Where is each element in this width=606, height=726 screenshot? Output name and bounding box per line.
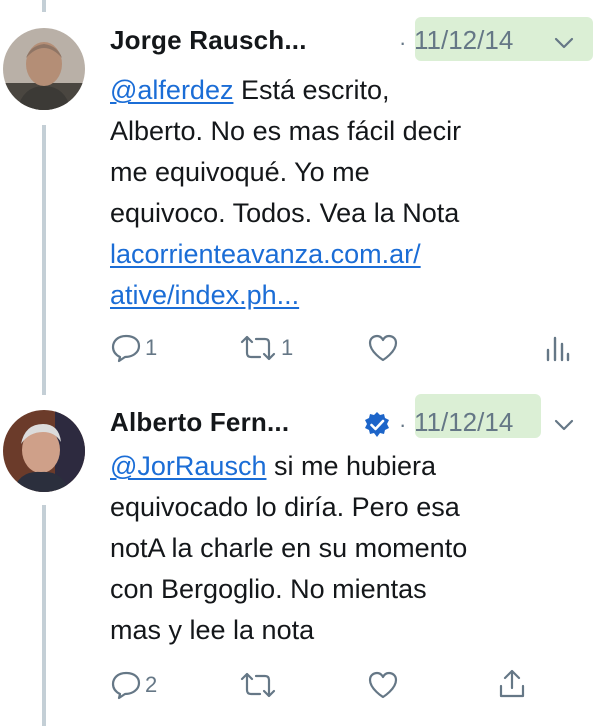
tweet-text-line: mas y lee la nota [110, 615, 315, 645]
tweet-text-line: con Bergoglio. No mientas [110, 574, 427, 604]
separator-dot: · [399, 30, 407, 55]
tweet-text-line: equivocado lo diría. Pero esa [110, 492, 460, 522]
tweet-text-line: notA la charle en su momento [110, 533, 468, 563]
reply-button[interactable]: 1 [110, 333, 157, 363]
chevron-down-icon[interactable] [553, 417, 575, 433]
reply-icon [111, 334, 141, 363]
tweet-text: @alferdez Está escrito, Alberto. No es m… [110, 70, 580, 316]
verified-badge-icon [365, 412, 389, 437]
author-name[interactable]: Alberto Fern... [110, 407, 289, 438]
analytics-icon [546, 336, 570, 362]
tweet-date[interactable]: 11/12/14 [410, 407, 517, 438]
retweet-button[interactable] [238, 672, 278, 698]
reply-count: 2 [145, 672, 158, 697]
url-link-continued[interactable]: ative/index.ph... [110, 280, 299, 310]
mention-link[interactable]: @alferdez [110, 75, 233, 105]
mention-link[interactable]: @JorRausch [110, 451, 266, 481]
retweet-icon [240, 672, 276, 698]
share-icon [499, 669, 525, 698]
tweet-text-line: Está escrito, [240, 75, 390, 105]
like-button[interactable] [367, 333, 399, 363]
tweet-text-line: me equivoqué. Yo me [110, 157, 370, 187]
tweet-text-line: Alberto. No es mas fácil decir [110, 116, 462, 146]
tweet-text-line: equivoco. Todos. Vea la Nota [110, 198, 460, 228]
tweet-text-line: si me hubiera [273, 451, 437, 481]
avatar-alberto[interactable] [3, 410, 85, 492]
like-icon [368, 334, 398, 362]
share-button[interactable] [497, 668, 527, 700]
avatar-jorge[interactable] [3, 28, 85, 110]
analytics-button[interactable] [544, 332, 570, 362]
tweet-text: @JorRausch si me hubiera equivocado lo d… [110, 446, 580, 651]
reply-count: 1 [145, 335, 158, 360]
retweet-icon [240, 335, 276, 361]
reply-button[interactable]: 2 [110, 670, 157, 700]
thread-line [42, 125, 46, 395]
separator-dot: · [399, 412, 407, 437]
retweet-count: 1 [281, 335, 294, 360]
thread-line-bottom [42, 505, 46, 726]
chevron-down-icon[interactable] [553, 35, 575, 51]
retweet-button[interactable]: 1 [238, 335, 293, 361]
thread-line-top [42, 0, 46, 12]
tweet-date[interactable]: 11/12/14 [410, 25, 517, 56]
reply-icon [111, 671, 141, 700]
like-button[interactable] [367, 670, 399, 700]
like-icon [368, 671, 398, 699]
author-name[interactable]: Jorge Rausch... [110, 25, 307, 56]
url-link[interactable]: lacorrienteavanza.com.ar/ [110, 239, 421, 269]
